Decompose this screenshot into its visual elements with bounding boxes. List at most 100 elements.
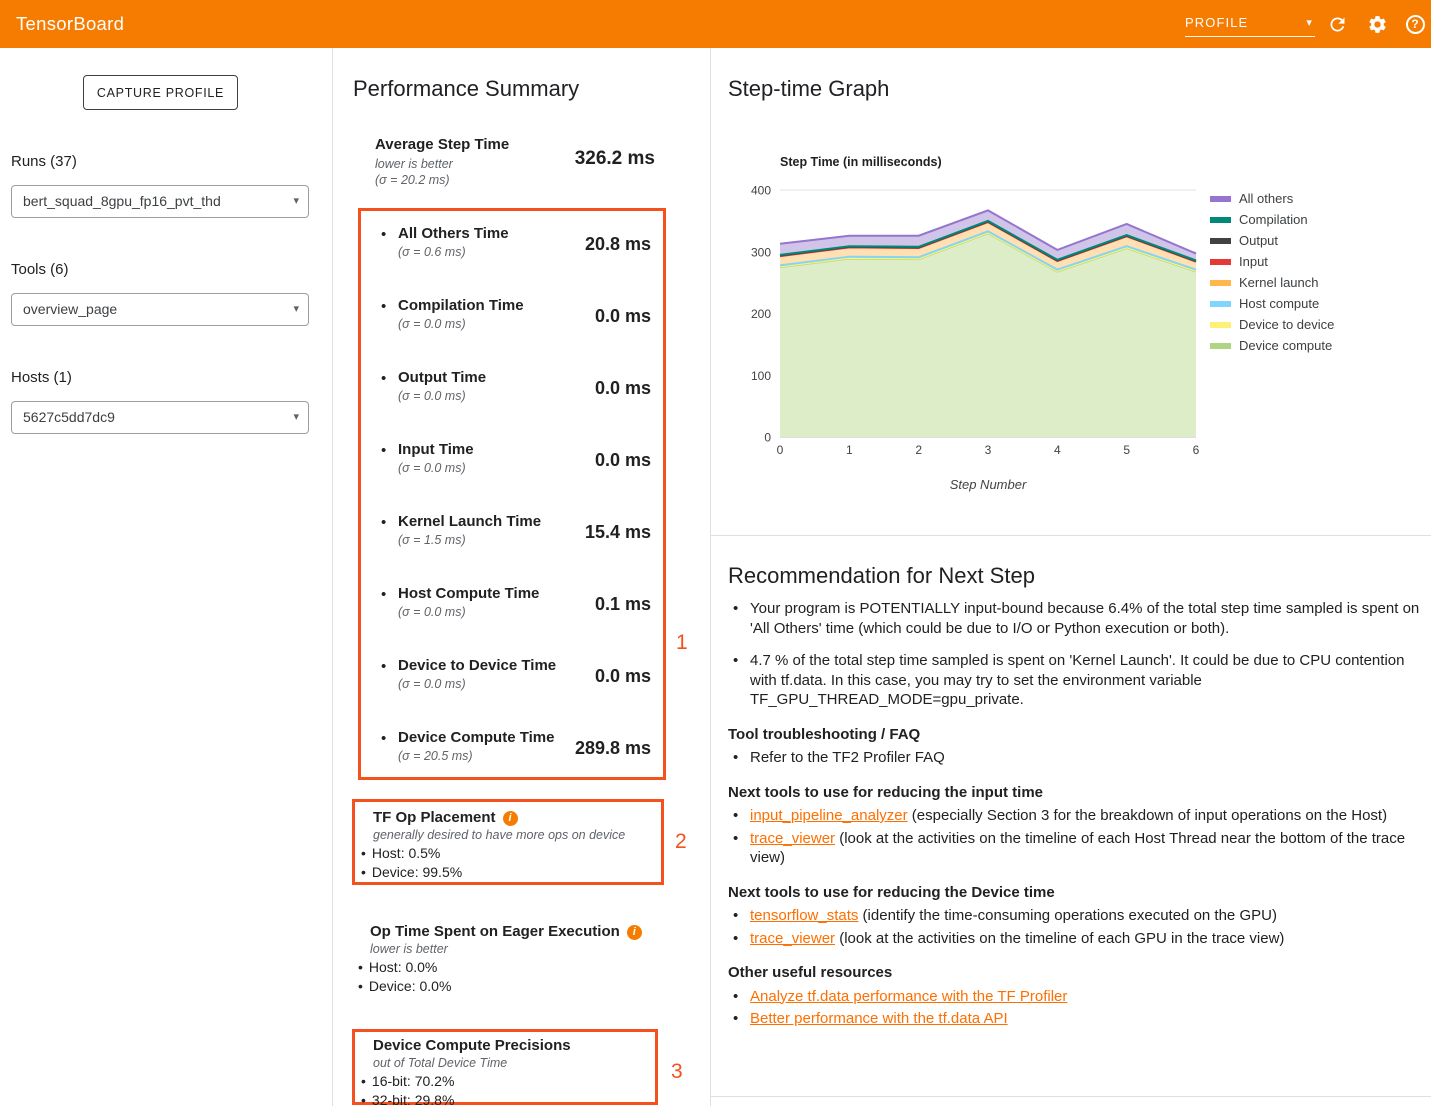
info-icon[interactable]: i: [503, 811, 518, 826]
average-step-time-row: Average Step Time lower is better (σ = 2…: [375, 136, 655, 198]
info-icon[interactable]: i: [627, 925, 642, 940]
help-icon[interactable]: ?: [1400, 0, 1430, 48]
tf-op-placement-host: • Host: 0.5%: [361, 844, 661, 863]
chevron-down-icon: ▾: [293, 186, 299, 217]
svg-text:3: 3: [985, 443, 992, 457]
svg-text:200: 200: [751, 307, 771, 321]
bullet-icon: •: [733, 651, 738, 671]
recommendation-title: Recommendation for Next Step: [728, 563, 1035, 589]
legend-label: All others: [1239, 191, 1293, 206]
metric-row: •Device to Device Time(σ = 0.0 ms)0.0 ms: [361, 657, 663, 727]
eager-host: •Host: 0.0%: [358, 958, 664, 977]
metric-row: •Input Time(σ = 0.0 ms)0.0 ms: [361, 441, 663, 511]
svg-text:6: 6: [1193, 443, 1200, 457]
precision-32bit: •32-bit: 29.8%: [361, 1091, 655, 1110]
bullet-icon: •: [361, 864, 366, 880]
metric-sigma: (σ = 0.0 ms): [398, 388, 466, 405]
legend-item: Input: [1210, 251, 1334, 272]
legend-swatch: [1210, 238, 1231, 244]
metric-row: •Output Time(σ = 0.0 ms)0.0 ms: [361, 369, 663, 439]
svg-text:5: 5: [1123, 443, 1130, 457]
tools-select[interactable]: overview_page ▾: [11, 293, 309, 326]
annotation-box-3: Device Compute Precisions out of Total D…: [352, 1029, 658, 1105]
annotation-number-2: 2: [675, 830, 687, 854]
hosts-select[interactable]: 5627c5dd7dc9 ▾: [11, 401, 309, 434]
bullet-icon: •: [381, 226, 386, 243]
metric-row: •Kernel Launch Time(σ = 1.5 ms)15.4 ms: [361, 513, 663, 583]
recommendation-text: Your program is POTENTIALLY input-bound …: [750, 600, 1419, 637]
annotation-number-1: 1: [676, 631, 688, 655]
sidebar: CAPTURE PROFILE Runs (37) bert_squad_8gp…: [0, 48, 332, 1106]
bullet-icon: •: [733, 929, 738, 949]
legend-swatch: [1210, 259, 1231, 265]
svg-text:1: 1: [846, 443, 853, 457]
eager-execution-note: lower is better: [370, 941, 664, 958]
bullet-icon: •: [733, 987, 738, 1007]
legend-label: Compilation: [1239, 212, 1308, 227]
metric-sigma: (σ = 0.0 ms): [398, 604, 466, 621]
recommendation-item: • Analyze tf.data performance with the TF…: [728, 987, 1422, 1007]
metric-label: Output Time: [398, 369, 486, 386]
recommendation-text: (especially Section 3 for the breakdown …: [908, 807, 1387, 824]
recommendation-item: • 4.7 % of the total step time sampled is…: [728, 651, 1422, 710]
metric-sigma: (σ = 0.0 ms): [398, 676, 466, 693]
svg-text:300: 300: [751, 245, 771, 259]
recommendation-section-heading: Tool troubleshooting / FAQ: [728, 725, 1422, 745]
bullet-icon: •: [358, 978, 363, 994]
svg-text:0: 0: [764, 431, 771, 445]
legend-swatch: [1210, 343, 1231, 349]
hosts-select-value: 5627c5dd7dc9: [23, 402, 280, 433]
metric-sigma: (σ = 0.0 ms): [398, 316, 466, 333]
recommendation-link[interactable]: tensorflow_stats: [750, 907, 858, 924]
recommendation-link[interactable]: Analyze tf.data performance with the TF …: [750, 988, 1067, 1005]
performance-summary-title: Performance Summary: [353, 76, 579, 102]
app-title: TensorBoard: [16, 0, 124, 48]
dashboard-selector[interactable]: PROFILE ▾: [1185, 11, 1315, 37]
recommendation-text: Refer to the TF2 Profiler FAQ: [750, 749, 945, 766]
metric-label: Device Compute Time: [398, 729, 554, 746]
bullet-icon: •: [733, 906, 738, 926]
bullet-icon: •: [733, 806, 738, 826]
recommendation-link[interactable]: input_pipeline_analyzer: [750, 807, 908, 824]
bullet-icon: •: [381, 586, 386, 603]
metric-value: 0.0 ms: [595, 378, 651, 399]
eager-execution-title-text: Op Time Spent on Eager Execution: [370, 923, 620, 940]
chevron-down-icon: ▾: [293, 294, 299, 325]
recommendation-item: •tensorflow_stats (identify the time-con…: [728, 906, 1422, 926]
legend-item: Output: [1210, 230, 1334, 251]
eager-device-value: Device: 0.0%: [369, 978, 451, 994]
capture-profile-button[interactable]: CAPTURE PROFILE: [83, 75, 238, 110]
device-precisions-note: out of Total Device Time: [373, 1055, 655, 1072]
metric-row: •Compilation Time(σ = 0.0 ms)0.0 ms: [361, 297, 663, 367]
chevron-down-icon: ▾: [1306, 11, 1313, 35]
runs-select[interactable]: bert_squad_8gpu_fp16_pvt_thd ▾: [11, 185, 309, 218]
recommendation-text: 4.7 % of the total step time sampled is …: [750, 652, 1404, 708]
legend-swatch: [1210, 301, 1231, 307]
bullet-icon: •: [381, 730, 386, 747]
metric-value: 0.0 ms: [595, 450, 651, 471]
recommendation-link[interactable]: trace_viewer: [750, 830, 835, 847]
recommendation-text: (look at the activities on the timeline …: [750, 830, 1405, 867]
bullet-icon: •: [361, 845, 366, 861]
bullet-icon: •: [361, 1073, 366, 1089]
tf-op-placement-host-value: Host: 0.5%: [372, 845, 440, 861]
metric-sigma: (σ = 0.6 ms): [398, 244, 466, 261]
legend-item: Device compute: [1210, 335, 1334, 356]
settings-icon[interactable]: [1362, 0, 1392, 48]
legend-item: Kernel launch: [1210, 272, 1334, 293]
recommendation-link[interactable]: trace_viewer: [750, 930, 835, 947]
metric-sigma: (σ = 1.5 ms): [398, 532, 466, 549]
step-time-graph-title: Step-time Graph: [728, 76, 889, 102]
x-axis-label: Step Number: [950, 477, 1027, 492]
legend-swatch: [1210, 217, 1231, 223]
average-step-time-sigma: (σ = 20.2 ms): [375, 172, 450, 189]
tf-op-placement-note: generally desired to have more ops on de…: [373, 827, 661, 844]
legend-label: Device to device: [1239, 317, 1334, 332]
recommendation-link[interactable]: Better performance with the tf.data API: [750, 1010, 1008, 1027]
recommendation-section-heading: Next tools to use for reducing the input…: [728, 783, 1422, 803]
bottom-divider: [711, 1096, 1431, 1097]
metric-row: •All Others Time(σ = 0.6 ms)20.8 ms: [361, 225, 663, 295]
device-precisions-title: Device Compute Precisions: [373, 1036, 655, 1055]
reload-icon[interactable]: [1322, 0, 1352, 48]
metric-row: •Device Compute Time(σ = 20.5 ms)289.8 m…: [361, 729, 663, 799]
